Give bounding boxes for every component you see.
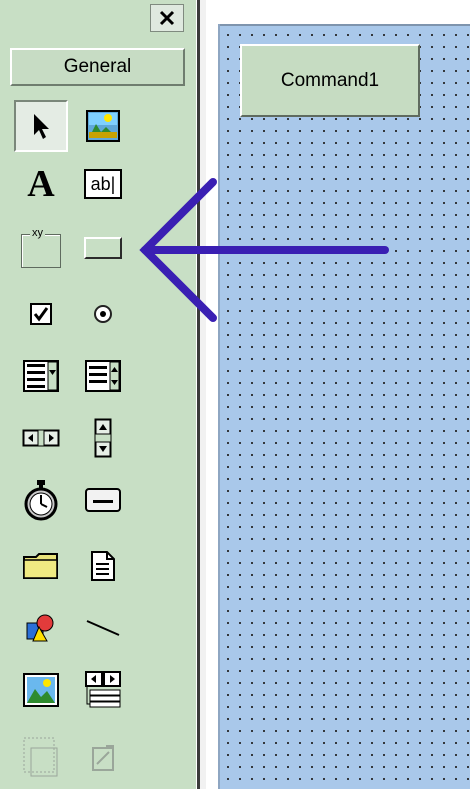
pointer-tool[interactable]: [14, 100, 68, 152]
ole-icon: [23, 737, 58, 777]
drivelistbox-tool[interactable]: [76, 474, 130, 526]
image-icon: [23, 673, 59, 707]
combobox-icon: [23, 360, 59, 392]
shape-tool[interactable]: [14, 602, 68, 654]
command1-button[interactable]: Command1: [240, 44, 420, 117]
drivelistbox-icon: [85, 488, 121, 512]
picturebox-tool[interactable]: [76, 100, 130, 152]
dirlistbox-tool[interactable]: [14, 540, 68, 592]
form-designer-canvas[interactable]: [206, 0, 470, 789]
disabled-control-icon: [92, 745, 114, 771]
hscrollbar-icon: [22, 429, 60, 447]
folder-icon: [23, 553, 58, 579]
textbox-icon: ab|: [84, 169, 122, 199]
filelistbox-tool[interactable]: [76, 540, 130, 592]
shape-icon: [26, 614, 54, 642]
close-button[interactable]: [150, 4, 184, 32]
frame-tool[interactable]: xy: [14, 222, 68, 274]
checkbox-icon: [30, 303, 52, 325]
file-icon: [91, 551, 115, 581]
label-icon: A: [27, 163, 55, 205]
ole-tool[interactable]: [14, 730, 68, 782]
commandbutton-tool[interactable]: [76, 222, 130, 274]
vscrollbar-icon: [94, 418, 112, 458]
pointer-icon: [34, 114, 49, 139]
form-top-edge: [206, 0, 470, 24]
vscrollbar-tool[interactable]: [76, 412, 130, 464]
checkbox-tool[interactable]: [14, 288, 68, 340]
listbox-icon: [85, 360, 121, 392]
unknown-tool[interactable]: [76, 730, 130, 782]
optionbutton-icon: [94, 305, 112, 323]
data-tool[interactable]: [76, 664, 130, 716]
line-tool[interactable]: [76, 602, 130, 654]
tab-general[interactable]: General: [10, 48, 185, 86]
data-icon: [85, 671, 121, 708]
timer-tool[interactable]: [14, 474, 68, 526]
label-tool[interactable]: A: [14, 158, 68, 210]
picturebox-icon: [86, 110, 120, 142]
form-border-left-shade: [218, 24, 220, 789]
hscrollbar-tool[interactable]: [14, 412, 68, 464]
form-border-top: [206, 24, 470, 26]
combobox-tool[interactable]: [14, 350, 68, 402]
timer-icon: [24, 480, 58, 521]
frame-icon: xy: [21, 227, 61, 268]
close-icon: [159, 10, 175, 26]
optionbutton-tool[interactable]: [76, 288, 130, 340]
textbox-tool[interactable]: ab|: [76, 158, 130, 210]
image-tool[interactable]: [14, 664, 68, 716]
line-icon: [86, 620, 120, 636]
commandbutton-icon: [84, 237, 122, 259]
toolbox-panel: General A ab| xy: [0, 0, 196, 789]
listbox-tool[interactable]: [76, 350, 130, 402]
